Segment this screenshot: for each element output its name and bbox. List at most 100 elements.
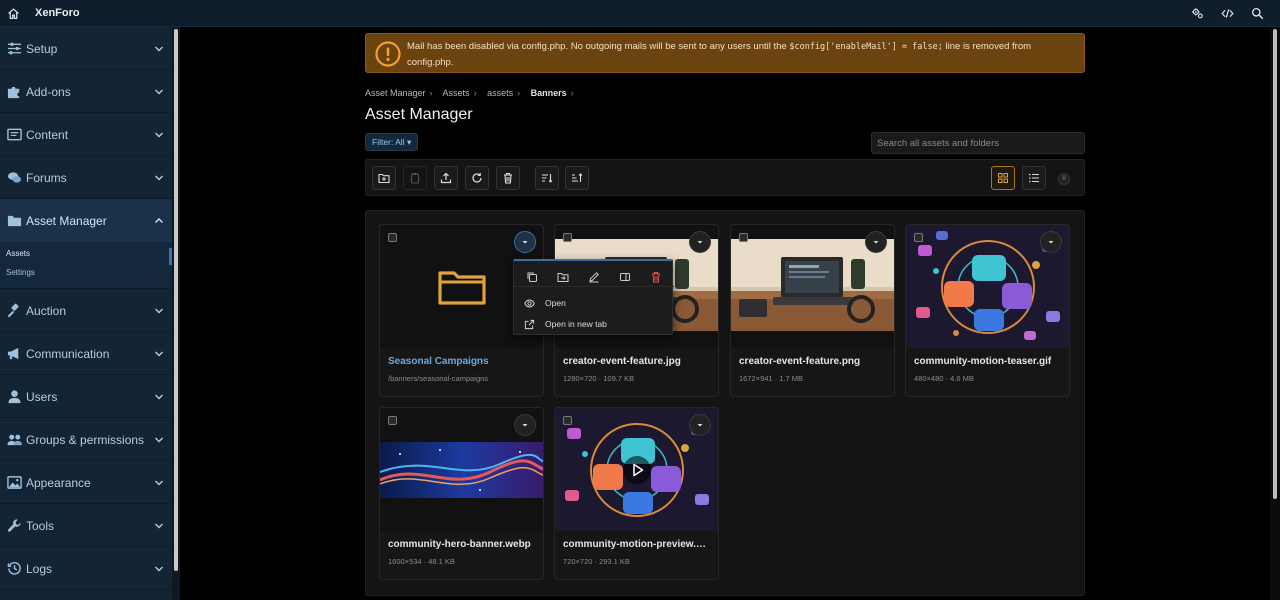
- asset-manager-submenu: Assets Settings: [0, 242, 172, 289]
- asset-name[interactable]: creator-event-feature.png: [739, 356, 889, 367]
- sidebar-item-content[interactable]: Content: [0, 113, 172, 156]
- brand-name[interactable]: XenForo: [35, 7, 80, 19]
- asset-card-image[interactable]: community-hero-banner.webp 1600×534 · 48…: [379, 407, 544, 580]
- chevron-down-icon: [155, 175, 163, 181]
- selected-count-badge: 0: [1058, 173, 1070, 185]
- chevron-down-icon: [155, 480, 163, 486]
- select-checkbox[interactable]: [914, 233, 923, 242]
- caret-down-icon: [522, 424, 528, 427]
- list-view-button[interactable]: [1022, 166, 1046, 190]
- sidebar-item-logs[interactable]: Logs: [0, 547, 172, 590]
- chevron-up-icon: [155, 218, 163, 223]
- select-checkbox[interactable]: [388, 416, 397, 425]
- scrollbar-thumb[interactable]: [1273, 29, 1277, 499]
- sidebar-item-appearance[interactable]: Appearance: [0, 461, 172, 504]
- asset-menu-button[interactable]: [689, 231, 711, 253]
- sidebar-item-forums[interactable]: Forums: [0, 156, 172, 199]
- caret-down-icon: ▾: [406, 137, 412, 147]
- sidebar-item-groups-permissions[interactable]: Groups & permissions: [0, 418, 172, 461]
- sort-desc-button[interactable]: [535, 166, 559, 190]
- chevron-down-icon: [155, 437, 163, 443]
- grid-view-button[interactable]: [991, 166, 1015, 190]
- mail-disabled-notice: Mail has been disabled via config.php. N…: [365, 33, 1085, 73]
- sidebar-subitem-settings[interactable]: Settings: [0, 263, 172, 282]
- search-icon[interactable]: [1251, 7, 1264, 20]
- rename-icon[interactable]: [588, 271, 600, 283]
- delete-icon[interactable]: [650, 271, 662, 283]
- top-bar: XenForo: [0, 0, 1280, 27]
- gears-icon[interactable]: [1191, 7, 1204, 20]
- upload-button[interactable]: [434, 166, 458, 190]
- filter-dropdown[interactable]: Filter: All ▾: [365, 133, 419, 151]
- chevron-down-icon: [155, 351, 163, 357]
- asset-card-image[interactable]: creator-event-feature.png 1672×941 · 1.7…: [730, 224, 895, 397]
- new-folder-button[interactable]: [372, 166, 396, 190]
- sidebar-item-label: Tools: [26, 519, 55, 533]
- folder-icon: [438, 271, 486, 305]
- filter-label: Filter: All: [372, 137, 405, 147]
- breadcrumb-item[interactable]: Asset Manager: [365, 88, 426, 98]
- sidebar-item-communication[interactable]: Communication: [0, 332, 172, 375]
- asset-context-menu: Open Open in new tab: [513, 259, 674, 335]
- asset-card-image[interactable]: community-motion-teaser.gif 480×480 · 4.…: [905, 224, 1070, 397]
- context-item-label: Open in new tab: [545, 319, 607, 329]
- play-icon[interactable]: [622, 455, 652, 485]
- home-icon[interactable]: [7, 7, 20, 20]
- asset-search-input[interactable]: [871, 132, 1085, 154]
- delete-button[interactable]: [496, 166, 520, 190]
- sidebar-item-setup[interactable]: Setup: [0, 27, 172, 70]
- context-actions: [514, 267, 674, 287]
- code-icon[interactable]: [1221, 7, 1234, 20]
- asset-menu-button[interactable]: [1040, 231, 1062, 253]
- select-checkbox[interactable]: [563, 416, 572, 425]
- asset-name[interactable]: Seasonal Campaigns: [388, 356, 538, 367]
- asset-name[interactable]: community-motion-preview.m...: [563, 539, 713, 550]
- sidebar-item-auction[interactable]: Auction: [0, 289, 172, 332]
- select-checkbox[interactable]: [388, 233, 397, 242]
- select-checkbox[interactable]: [563, 233, 572, 242]
- asset-card-video[interactable]: community-motion-preview.m... 720×720 · …: [554, 407, 719, 580]
- move-icon[interactable]: [557, 271, 569, 283]
- sort-asc-icon: [572, 173, 583, 182]
- grid-view-icon: [998, 173, 1008, 183]
- asset-name[interactable]: creator-event-feature.jpg: [563, 356, 713, 367]
- list-view-icon: [1029, 173, 1039, 183]
- breadcrumb-item[interactable]: Assets: [443, 88, 470, 98]
- asset-name[interactable]: community-motion-teaser.gif: [914, 356, 1064, 367]
- wrench-icon: [7, 519, 21, 532]
- preview-icon[interactable]: [619, 271, 631, 283]
- trash-icon: [504, 172, 512, 184]
- copy-icon[interactable]: [526, 271, 538, 283]
- sidebar-item-add-ons[interactable]: Add-ons: [0, 70, 172, 113]
- sidebar-item-tools[interactable]: Tools: [0, 504, 172, 547]
- refresh-button[interactable]: [465, 166, 489, 190]
- asset-menu-button[interactable]: [865, 231, 887, 253]
- sidebar-item-label: Communication: [26, 347, 110, 361]
- sidebar-item-asset-manager[interactable]: Asset Manager: [0, 199, 172, 242]
- warning-icon: [375, 41, 401, 67]
- asset-menu-button[interactable]: [514, 414, 536, 436]
- paste-icon: [410, 173, 420, 184]
- asset-toolbar: 0: [365, 159, 1085, 196]
- sort-asc-button[interactable]: [565, 166, 589, 190]
- context-open-new-tab[interactable]: Open in new tab: [524, 317, 669, 333]
- select-checkbox[interactable]: [739, 233, 748, 242]
- sidebar-item-users[interactable]: Users: [0, 375, 172, 418]
- sidebar-subitem-assets[interactable]: Assets: [0, 244, 172, 263]
- breadcrumb-item[interactable]: assets: [487, 88, 513, 98]
- asset-menu-button[interactable]: [514, 231, 536, 253]
- main-scrollbar[interactable]: [1270, 27, 1280, 600]
- notice-text-part: Mail has been disabled via config.php. N…: [407, 41, 790, 52]
- asset-menu-button[interactable]: [689, 414, 711, 436]
- sidebar-scrollbar[interactable]: [172, 27, 180, 600]
- context-open[interactable]: Open: [524, 296, 669, 312]
- chevron-down-icon: [155, 308, 163, 314]
- history-icon: [7, 562, 21, 575]
- breadcrumb-current[interactable]: Banners: [531, 88, 567, 98]
- scrollbar-thumb[interactable]: [174, 29, 178, 571]
- caret-down-icon: [697, 424, 703, 427]
- sliders-icon: [7, 42, 22, 55]
- chevron-down-icon: [155, 566, 163, 572]
- paste-button[interactable]: [403, 166, 427, 190]
- asset-name[interactable]: community-hero-banner.webp: [388, 539, 538, 550]
